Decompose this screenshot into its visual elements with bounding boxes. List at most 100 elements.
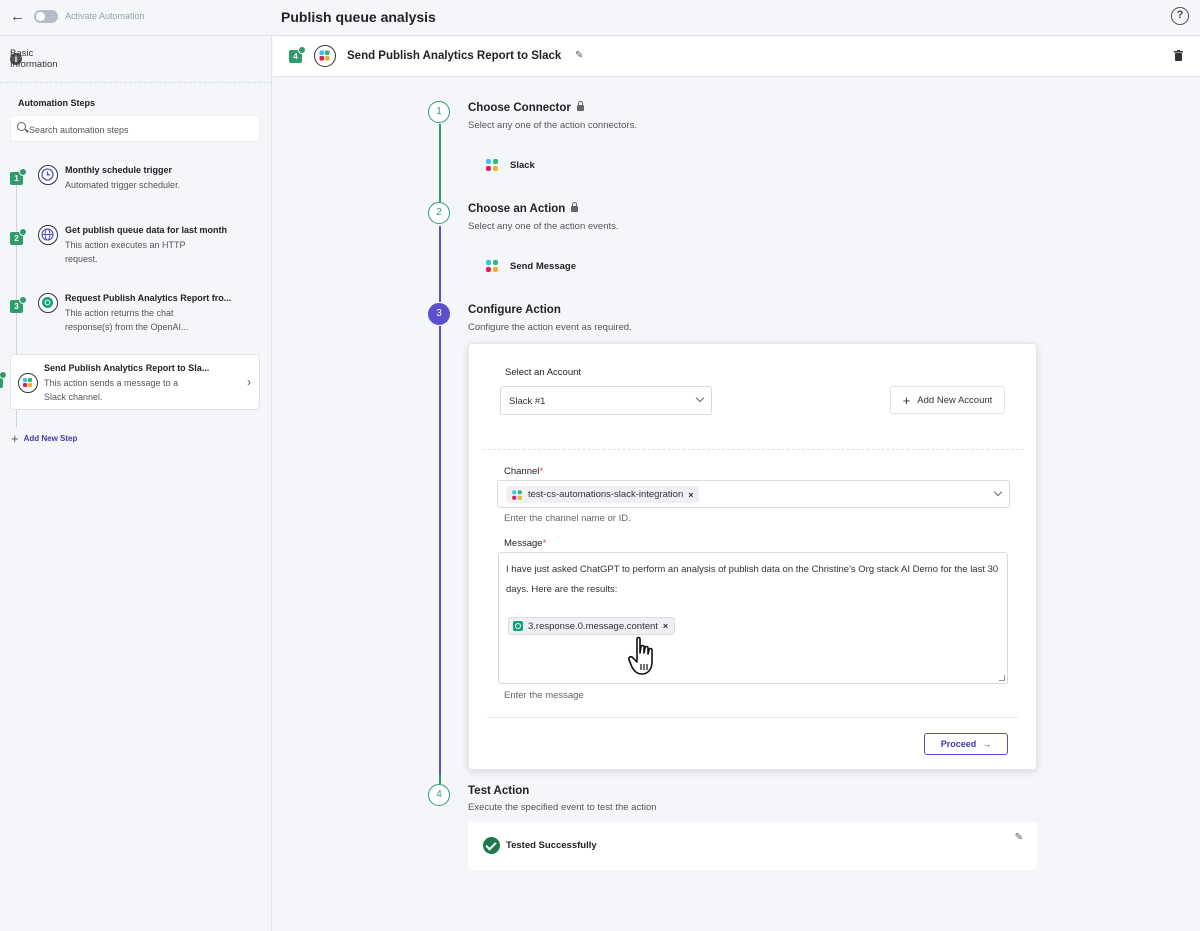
message-label-text: Message <box>504 538 543 549</box>
connector-name: Slack <box>510 159 535 171</box>
section-number-1: 1 <box>428 101 450 123</box>
channel-label: Channel* <box>504 466 543 477</box>
step-item-2[interactable]: 2 Get publish queue data for last month … <box>10 225 260 265</box>
slack-icon <box>314 45 336 67</box>
sidebar: i Basic Information Automation Steps Sea… <box>0 37 272 931</box>
proceed-button[interactable]: Proceed → <box>924 733 1008 755</box>
step-number-badge: 4 <box>289 46 306 63</box>
back-arrow-icon[interactable]: ← <box>10 8 25 25</box>
connector-selected: Slack <box>486 159 535 171</box>
action-selected: Send Message <box>486 260 576 272</box>
test-result-card: Tested Successfully ✎ <box>468 822 1037 870</box>
test-status: Tested Successfully <box>506 840 597 851</box>
step-item-1[interactable]: 1 Monthly schedule trigger Automated tri… <box>10 165 260 197</box>
message-label: Message* <box>504 538 546 549</box>
required-mark: * <box>539 466 544 477</box>
slack-icon <box>18 373 38 393</box>
step-header: 4 Send Publish Analytics Report to Slack… <box>273 37 1200 77</box>
openai-icon <box>513 621 523 631</box>
step-desc: Automated trigger scheduler. <box>65 180 181 190</box>
plus-icon: + <box>11 431 19 446</box>
channel-chip: test-cs-automations-slack-integration × <box>506 486 699 503</box>
message-text: I have just asked ChatGPT to perform an … <box>506 564 999 595</box>
help-icon[interactable]: ? <box>1171 7 1189 25</box>
plus-icon: + <box>902 392 911 408</box>
account-label: Select an Account <box>505 367 582 378</box>
section-subtitle: Select any one of the action events. <box>468 221 619 232</box>
timeline-line <box>439 124 441 214</box>
section-title-text: Choose an Action <box>468 203 566 215</box>
add-account-label: Add New Account <box>917 394 993 406</box>
search-input[interactable]: Search automation steps <box>10 115 260 142</box>
lock-icon <box>571 202 579 212</box>
timeline-line <box>439 226 441 302</box>
account-select[interactable]: Slack #1 <box>500 386 712 415</box>
remove-chip-icon[interactable]: × <box>688 490 693 500</box>
section-title: Configure Action <box>468 304 561 316</box>
token-label: 3.response.0.message.content <box>528 620 658 632</box>
steps-title: Automation Steps <box>18 98 96 108</box>
channel-select[interactable]: test-cs-automations-slack-integration × <box>497 480 1010 508</box>
chevron-down-icon[interactable] <box>993 487 1003 497</box>
section-title: Test Action <box>468 785 530 797</box>
message-textarea[interactable]: I have just asked ChatGPT to perform an … <box>498 552 1008 684</box>
channel-hint: Enter the channel name or ID. <box>504 513 631 524</box>
section-title: Choose an Action <box>468 202 579 215</box>
step-number: 4 <box>0 371 7 388</box>
add-step-button[interactable]: + Add New Step <box>11 431 77 446</box>
section-number-3: 3 <box>428 303 450 325</box>
step-title: Send Publish Analytics Report to Sla... <box>44 363 210 373</box>
section-number-4: 4 <box>428 784 450 806</box>
chevron-right-icon: › <box>247 375 251 389</box>
step-title: Send Publish Analytics Report to Slack <box>347 50 562 62</box>
trash-icon[interactable] <box>1174 48 1183 61</box>
section-subtitle: Configure the action event as required. <box>468 322 632 333</box>
section-title: Choose Connector <box>468 101 584 114</box>
activate-label: Activate Automation <box>65 11 145 21</box>
step-title: Get publish queue data for last month <box>65 225 228 235</box>
resize-handle[interactable] <box>999 675 1005 681</box>
basic-info-label: Basic Information <box>10 48 58 70</box>
slack-icon <box>486 159 498 171</box>
chevron-down-icon <box>695 393 705 403</box>
channel-label-text: Channel <box>504 466 540 477</box>
section-title-text: Choose Connector <box>468 102 571 114</box>
action-name: Send Message <box>510 260 576 272</box>
message-hint: Enter the message <box>504 690 584 701</box>
divider <box>487 717 1018 718</box>
add-account-button[interactable]: + Add New Account <box>890 386 1005 414</box>
slack-icon <box>512 489 522 500</box>
basic-info-link[interactable]: i Basic Information <box>10 48 58 70</box>
step-item-4[interactable]: 4 Send Publish Analytics Report to Sla..… <box>0 354 260 410</box>
divider <box>483 449 1024 450</box>
account-value: Slack #1 <box>509 396 546 407</box>
step-desc: This action sends a message to a Slack c… <box>44 378 179 402</box>
message-token: 3.response.0.message.content × <box>508 617 676 635</box>
clock-icon <box>38 165 58 185</box>
section-number-2: 2 <box>428 202 450 224</box>
configure-action-card: Select an Account Slack #1 + Add New Acc… <box>468 343 1037 770</box>
hand-cursor-icon <box>628 636 653 675</box>
remove-token-icon[interactable]: × <box>663 621 668 631</box>
edit-pencil-icon[interactable]: ✎ <box>1015 832 1023 843</box>
timeline-line <box>439 774 441 784</box>
globe-icon <box>38 225 58 245</box>
step-desc: This action executes an HTTP request. <box>65 240 186 264</box>
step-desc: This action returns the chat response(s)… <box>65 308 189 332</box>
section-subtitle: Select any one of the action connectors. <box>468 120 637 131</box>
lock-icon <box>576 101 584 111</box>
arrow-right-icon: → <box>982 739 992 749</box>
section-subtitle: Execute the specified event to test the … <box>468 802 657 813</box>
timeline-line <box>439 326 441 784</box>
step-number: 2 <box>10 228 27 245</box>
search-icon <box>17 122 26 131</box>
step-title: Monthly schedule trigger <box>65 165 173 175</box>
check-circle-icon <box>483 837 500 854</box>
proceed-label: Proceed <box>940 739 977 749</box>
activate-toggle[interactable] <box>34 10 58 23</box>
top-bar: ← Activate Automation Publish queue anal… <box>0 0 1200 36</box>
step-item-3[interactable]: 3 Request Publish Analytics Report fro..… <box>10 293 260 333</box>
page-title: Publish queue analysis <box>281 9 436 25</box>
divider <box>0 82 271 83</box>
edit-pencil-icon[interactable]: ✎ <box>575 50 583 61</box>
